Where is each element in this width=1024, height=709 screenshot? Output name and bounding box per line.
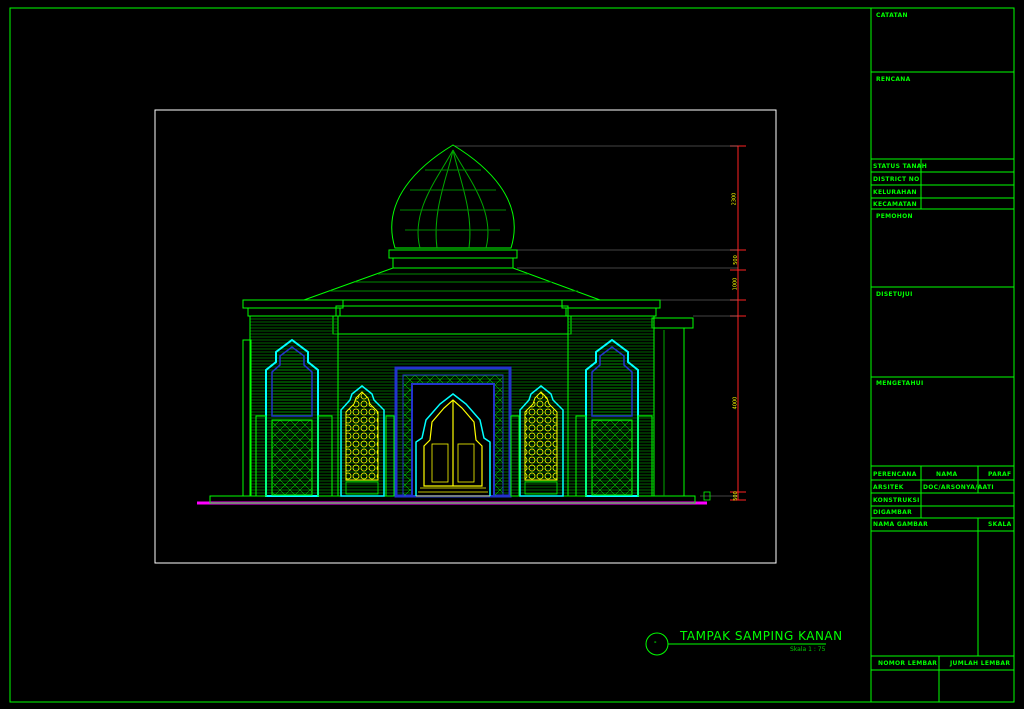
symbol-label: -: [654, 639, 657, 646]
roof: [303, 267, 601, 301]
tb-nama: NAMA: [936, 471, 958, 478]
drawing-title: TAMPAK SAMPING KANAN: [680, 629, 843, 643]
tb-status-tanah: STATUS TANAH: [873, 163, 928, 170]
tb-district: DISTRICT NO: [873, 176, 920, 183]
tb-paraf: PARAF: [988, 471, 1012, 478]
tb-catatan: CATATAN: [876, 12, 908, 19]
dimension-text-dome: 2300: [731, 192, 738, 206]
dimension-text-wall: 4000: [732, 396, 739, 410]
title-symbol: [645, 632, 669, 656]
dome: [388, 144, 518, 269]
window-ornament-right: [519, 385, 564, 497]
tb-arsitek: ARSITEK: [873, 484, 904, 491]
window-ornament-left: [340, 385, 385, 497]
tb-skala: SKALA: [988, 521, 1012, 528]
tb-disetujui: DISETUJUI: [876, 291, 913, 298]
dimension-text-plinth: 500: [732, 491, 739, 501]
drawing-scale: Skala 1 : 75: [790, 646, 826, 653]
dimension-text-drum: 500: [732, 255, 739, 265]
main-door: [394, 366, 512, 498]
tb-mengetahui: MENGETAHUI: [876, 380, 924, 387]
tb-kelurahan: KELURAHAN: [873, 189, 917, 196]
tb-konstruksi: KONSTRUKSI: [873, 497, 920, 504]
tb-arsitek-name: DOC/ARSONYA/AATI: [923, 484, 994, 491]
tb-nomor-lembar: NOMOR LEMBAR: [878, 660, 938, 667]
drawing-sheet: [9, 7, 1015, 703]
tb-perencana: PERENCANA: [873, 471, 917, 478]
tb-nama-gambar: NAMA GAMBAR: [873, 521, 929, 528]
tb-pemohon: PEMOHON: [876, 213, 913, 220]
tb-rencana: RENCANA: [876, 76, 911, 83]
tb-kecamatan: KECAMATAN: [873, 201, 917, 208]
tb-digambar: DIGAMBAR: [873, 509, 912, 516]
tb-jumlah-lembar: JUMLAH LEMBAR: [950, 660, 1011, 667]
dimension-text-roof: 1000: [732, 277, 739, 291]
